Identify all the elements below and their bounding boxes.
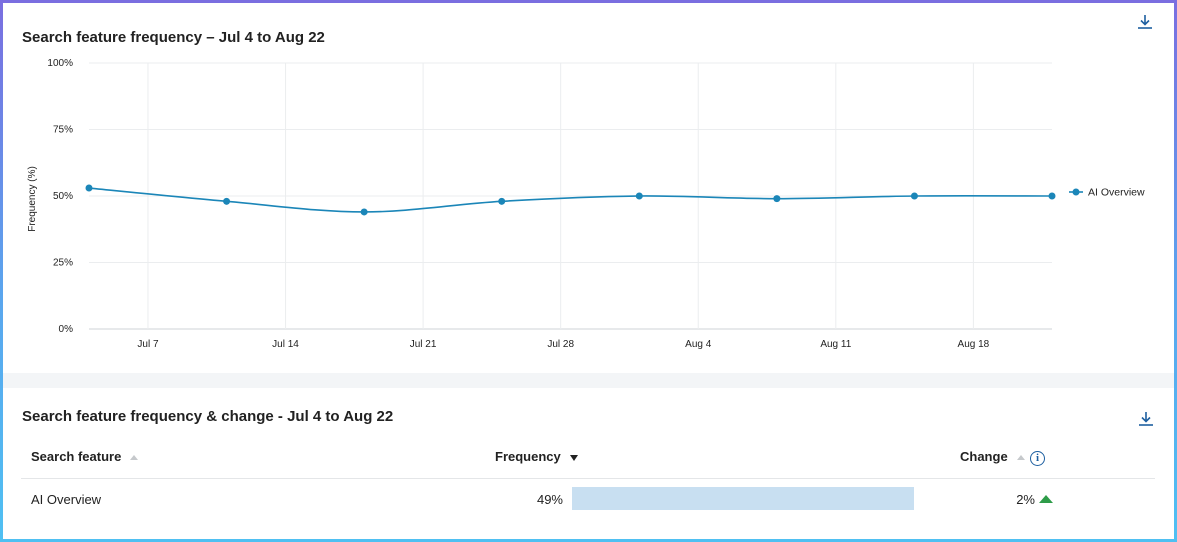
column-header-search-feature[interactable]: Search feature	[31, 449, 139, 464]
series-line	[88, 187, 1053, 213]
chart-card: Search feature frequency – Jul 4 to Aug …	[3, 3, 1174, 373]
y-tick-label: 100%	[47, 58, 73, 69]
data-point	[360, 208, 368, 216]
y-tick-label: 50%	[53, 191, 73, 202]
info-icon[interactable]: i	[1030, 451, 1045, 466]
column-header-label: Search feature	[31, 449, 122, 464]
data-point	[85, 184, 93, 192]
download-icon[interactable]	[1137, 410, 1155, 428]
trend-up-icon	[1039, 495, 1053, 503]
column-header-frequency[interactable]: Frequency	[495, 449, 578, 464]
data-point	[1048, 192, 1056, 200]
sort-descending-icon	[569, 454, 578, 461]
line-chart: 0% 25% 50% 75% 100% Jul 7 Jul 14 Jul 21 Jul 28 A…	[27, 58, 1145, 350]
x-tick-label: Aug 4	[685, 339, 712, 350]
data-point	[773, 195, 781, 203]
x-tick-label: Jul 28	[547, 339, 574, 350]
x-tick-label: Jul 14	[272, 339, 299, 350]
x-tick-label: Jul 21	[410, 339, 437, 350]
legend-label: AI Overview	[1088, 187, 1145, 199]
y-tick-label: 75%	[53, 125, 73, 136]
data-point	[910, 192, 918, 200]
chart-legend[interactable]: AI Overview	[1069, 187, 1145, 199]
cell-frequency: 49%	[536, 492, 563, 507]
column-header-label: Change	[960, 449, 1008, 464]
header-divider	[21, 478, 1155, 479]
table-title: Search feature frequency & change - Jul …	[22, 408, 394, 425]
chart-series	[85, 184, 1056, 216]
cell-search-feature: AI Overview	[31, 492, 102, 507]
sort-ascending-icon	[1016, 455, 1025, 461]
report-frame: Search feature frequency – Jul 4 to Aug …	[3, 3, 1174, 539]
cell-change: 2%	[993, 492, 1053, 507]
x-tick-label: Aug 18	[958, 339, 990, 350]
x-axis-ticks: Jul 7 Jul 14 Jul 21 Jul 28 Aug 4 Aug 11 Aug 18	[137, 339, 989, 350]
x-tick-label: Jul 7	[137, 339, 159, 350]
sort-ascending-icon	[130, 455, 139, 461]
change-value: 2%	[1016, 492, 1035, 507]
column-header-label: Frequency	[495, 449, 561, 464]
y-axis-label: Frequency (%)	[27, 166, 38, 232]
table-card: Search feature frequency & change - Jul …	[3, 388, 1174, 539]
data-point	[498, 197, 506, 205]
y-axis-ticks: 0% 25% 50% 75% 100%	[47, 58, 73, 335]
x-tick-label: Aug 11	[820, 339, 851, 350]
data-point	[223, 197, 231, 205]
frequency-bar	[572, 487, 914, 510]
legend-marker	[1072, 188, 1080, 196]
y-tick-label: 0%	[59, 324, 74, 335]
column-header-change[interactable]: Change	[960, 449, 1025, 464]
y-tick-label: 25%	[53, 258, 73, 269]
data-point	[635, 192, 643, 200]
